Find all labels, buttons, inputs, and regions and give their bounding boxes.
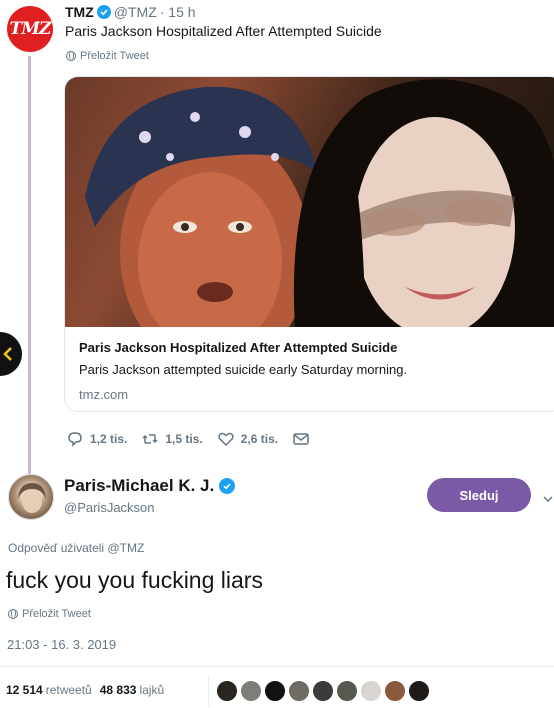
paris-avatar[interactable] xyxy=(8,474,54,520)
message-icon xyxy=(293,433,309,445)
reply-count: 1,2 tis. xyxy=(90,432,128,446)
tmz-avatar-logo: TMZ xyxy=(9,19,52,39)
like-count: 2,6 tis. xyxy=(240,432,279,446)
tmz-tweet-text: Paris Jackson Hospitalized After Attempt… xyxy=(65,23,382,39)
retweet-total[interactable]: 12 514 xyxy=(6,683,43,697)
liker-avatar[interactable] xyxy=(360,680,382,702)
reply-button[interactable]: 1,2 tis. xyxy=(66,430,127,448)
reply-tweet-text: fuck you you fucking liars xyxy=(6,567,263,593)
card-description: Paris Jackson attempted suicide early Sa… xyxy=(79,362,408,377)
verified-badge-icon xyxy=(219,478,236,494)
retweet-total-label: retweetů xyxy=(45,683,92,697)
card-image xyxy=(65,77,554,327)
chevron-down-icon[interactable] xyxy=(542,490,554,508)
reply-translate-label: Přeložit Tweet xyxy=(22,608,91,620)
globe-icon xyxy=(66,51,76,61)
divider xyxy=(0,666,554,667)
tmz-translate-link[interactable]: Přeložit Tweet xyxy=(66,50,149,62)
tmz-tweet-header: TMZ @TMZ · 15 h xyxy=(65,4,196,20)
retweet-count: 1,5 tis. xyxy=(165,432,203,446)
like-icon xyxy=(218,432,234,447)
reply-translate-link[interactable]: Přeložit Tweet xyxy=(8,608,91,620)
liker-avatar[interactable] xyxy=(384,680,406,702)
tmz-timestamp[interactable]: · 15 h xyxy=(160,4,196,20)
tmz-avatar[interactable]: TMZ xyxy=(7,6,53,52)
reply-prefix: Odpověď uživateli xyxy=(8,541,105,555)
arrow-left-icon xyxy=(3,347,12,361)
paris-handle[interactable]: @ParisJackson xyxy=(64,500,155,515)
like-total[interactable]: 48 833 xyxy=(100,683,137,697)
liker-avatar[interactable] xyxy=(216,680,238,702)
globe-icon xyxy=(8,609,18,619)
previous-arrow-button[interactable] xyxy=(0,332,22,376)
card-title: Paris Jackson Hospitalized After Attempt… xyxy=(79,340,398,355)
liker-avatar[interactable] xyxy=(408,680,430,702)
paris-display-name[interactable]: Paris-Michael K. J. xyxy=(64,476,214,496)
like-total-label: lajků xyxy=(139,683,165,697)
reply-icon xyxy=(68,432,82,447)
liker-avatar[interactable] xyxy=(288,680,310,702)
tmz-action-bar: 1,2 tis. 1,5 tis. 2,6 tis. xyxy=(66,430,324,448)
follow-button[interactable]: Sleduj xyxy=(427,478,531,512)
paris-name-row: Paris-Michael K. J. xyxy=(64,476,236,496)
message-button[interactable] xyxy=(292,430,310,448)
verified-badge-icon xyxy=(96,5,111,19)
engagement-stats: 12 514 retweetů 48 833 lajků xyxy=(6,683,164,697)
retweet-icon xyxy=(142,434,158,444)
like-button[interactable]: 2,6 tis. xyxy=(217,430,278,448)
liker-avatar[interactable] xyxy=(240,680,262,702)
liker-avatar[interactable] xyxy=(264,680,286,702)
stats-divider xyxy=(208,676,209,706)
tmz-display-name[interactable]: TMZ xyxy=(65,4,94,20)
tmz-translate-label: Přeložit Tweet xyxy=(80,50,149,62)
card-domain: tmz.com xyxy=(79,387,129,402)
tmz-handle[interactable]: @TMZ xyxy=(114,4,157,20)
liker-avatar[interactable] xyxy=(312,680,334,702)
link-preview-card[interactable]: Paris Jackson Hospitalized After Attempt… xyxy=(64,76,554,412)
liker-avatar[interactable] xyxy=(336,680,358,702)
reply-timestamp[interactable]: 21:03 - 16. 3. 2019 xyxy=(7,637,116,652)
liker-avatars xyxy=(216,680,430,702)
reply-handle-link[interactable]: @TMZ xyxy=(107,541,144,555)
thread-line xyxy=(28,56,31,476)
reply-context: Odpověď uživateli @TMZ xyxy=(8,541,144,555)
card-body: Paris Jackson Hospitalized After Attempt… xyxy=(65,327,554,411)
retweet-button[interactable]: 1,5 tis. xyxy=(141,430,203,448)
